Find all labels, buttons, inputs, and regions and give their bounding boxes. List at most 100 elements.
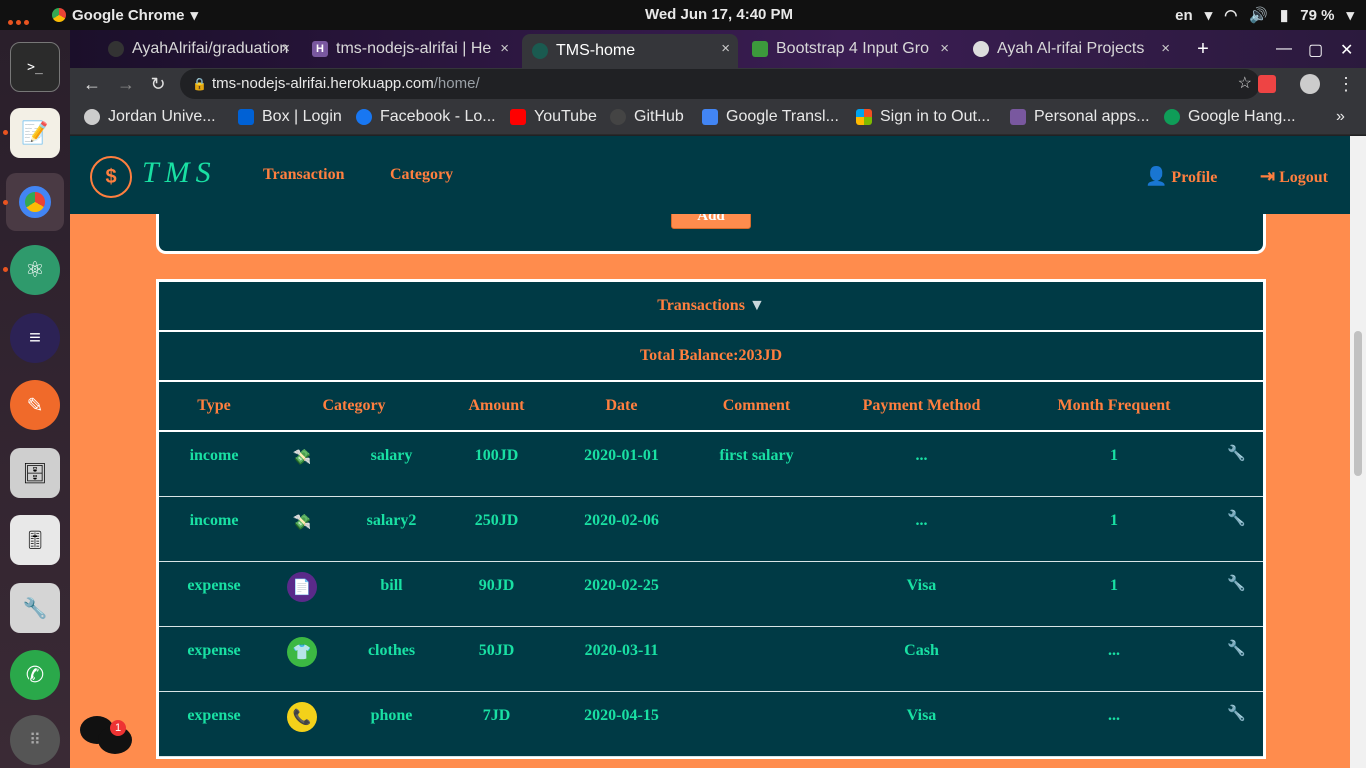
cell-amount: 250JD: [474, 512, 519, 529]
chrome-dock-icon[interactable]: [6, 173, 64, 231]
chevron-down-icon: ▾: [1204, 7, 1213, 24]
tab-title: tms-nodejs-alrifai | He: [336, 40, 492, 57]
page-scrollbar[interactable]: [1350, 136, 1366, 768]
bookmark-youtube[interactable]: YouTube: [510, 108, 597, 126]
language-indicator[interactable]: en: [1175, 7, 1193, 24]
bookmark-github[interactable]: GitHub: [610, 108, 684, 126]
bookmark-jordan[interactable]: Jordan Unive...: [84, 108, 216, 126]
maximize-button[interactable]: ▢: [1308, 40, 1323, 60]
money-hand-icon: 💸: [292, 449, 312, 466]
filter-icon[interactable]: ▼: [749, 297, 765, 314]
table-row[interactable]: expense bill 90JD 2020-02-25 Visa 1 📄 🔧: [159, 562, 1263, 627]
nav-transaction[interactable]: Transaction: [263, 166, 344, 184]
cell-amount: 100JD: [474, 447, 519, 464]
tab-heroku[interactable]: H tms-nodejs-alrifai | He ×: [302, 34, 517, 64]
bookmark-hangouts[interactable]: Google Hang...: [1164, 108, 1296, 126]
w3-icon: [752, 41, 768, 57]
column-header-category[interactable]: Category: [294, 382, 414, 430]
tab-bootstrap[interactable]: Bootstrap 4 Input Gro ×: [742, 34, 957, 64]
bookmark-translate[interactable]: Google Transl...: [702, 108, 839, 126]
eclipse-icon[interactable]: ≡: [10, 313, 60, 363]
bookmark-personal-apps[interactable]: Personal apps...: [1010, 108, 1150, 126]
cell-payment: Visa: [906, 577, 937, 594]
close-icon[interactable]: ×: [281, 40, 290, 57]
tools-icon[interactable]: 🔧: [10, 583, 60, 633]
forward-button[interactable]: →: [114, 72, 138, 96]
bookmark-outlook[interactable]: Sign in to Out...: [856, 108, 990, 126]
wrench-icon[interactable]: 🔧: [1227, 509, 1246, 528]
cell-category: clothes: [367, 642, 416, 659]
column-header-frequent[interactable]: Month Frequent: [1039, 382, 1189, 430]
cell-frequent: 1: [1110, 447, 1118, 464]
tab-github[interactable]: AyahAlrifai/graduation ×: [98, 34, 298, 64]
table-row[interactable]: expense clothes 50JD 2020-03-11 Cash... 👕 🔧: [159, 627, 1263, 692]
wrench-icon[interactable]: 🔧: [1227, 704, 1246, 723]
table-row[interactable]: income salary 100JD 2020-01-01 first salary.…: [159, 432, 1263, 497]
atom-icon[interactable]: ⚛: [10, 245, 60, 295]
cell-payment: ...: [915, 447, 928, 464]
table-row[interactable]: income salary2 250JD 2020-02-06... 1 💸 🔧: [159, 497, 1263, 562]
column-header-amount[interactable]: Amount: [449, 382, 544, 430]
github-icon: [108, 41, 124, 57]
cell-category: salary: [370, 447, 413, 464]
show-apps-icon[interactable]: ⠿: [10, 715, 60, 765]
archive-icon[interactable]: 🗄: [10, 448, 60, 498]
wrench-icon[interactable]: 🔧: [1227, 639, 1246, 658]
user-circle-icon: 👤: [1145, 166, 1168, 186]
mixer-icon[interactable]: 🎚: [10, 515, 60, 565]
tab-strip: AyahAlrifai/graduation × H tms-nodejs-al…: [70, 30, 1366, 68]
cell-date: 2020-02-06: [584, 512, 659, 529]
minimize-button[interactable]: —: [1276, 40, 1292, 58]
terminal-icon[interactable]: >_: [10, 42, 60, 92]
transactions-title: Transactions: [657, 297, 745, 314]
nav-profile[interactable]: 👤 Profile: [1145, 166, 1217, 187]
bookmark-box[interactable]: Box | Login: [238, 108, 342, 126]
extension-icon[interactable]: [1258, 75, 1276, 93]
close-icon[interactable]: ×: [500, 40, 509, 57]
bookmark-facebook[interactable]: Facebook - Lo...: [356, 108, 496, 126]
total-balance: Total Balance:203JD: [159, 332, 1263, 382]
table-row[interactable]: expense phone 7JD 2020-04-15 Visa... 📞 🔧: [159, 692, 1263, 757]
close-icon[interactable]: ×: [1161, 40, 1170, 57]
close-window-button[interactable]: ✕: [1340, 40, 1353, 60]
scrollbar-thumb[interactable]: [1354, 331, 1362, 476]
wrench-icon[interactable]: 🔧: [1227, 444, 1246, 463]
bookmarks-overflow-icon[interactable]: »: [1336, 108, 1345, 126]
brand-name[interactable]: TMS: [142, 156, 217, 190]
cell-payment: Cash: [904, 642, 939, 659]
clock[interactable]: Wed Jun 17, 4:40 PM: [0, 6, 1366, 23]
system-tray[interactable]: en ▾ ◠ 🔊 ▮ 79 % ▾: [1175, 6, 1354, 25]
chat-widget[interactable]: 1: [80, 714, 136, 760]
column-header-payment[interactable]: Payment Method: [849, 382, 994, 430]
nav-logout[interactable]: ⇥ Logout: [1260, 166, 1328, 187]
logo-icon[interactable]: $: [90, 156, 132, 198]
back-button[interactable]: ←: [80, 72, 104, 96]
cell-frequent: 1: [1110, 577, 1118, 594]
column-header-comment[interactable]: Comment: [699, 382, 814, 430]
menu-kebab-icon[interactable]: ⋮: [1334, 72, 1358, 96]
university-icon: [84, 109, 100, 125]
text-editor-icon[interactable]: 📝: [10, 108, 60, 158]
running-indicator: [3, 200, 8, 205]
wrench-icon[interactable]: 🔧: [1227, 574, 1246, 593]
address-bar[interactable]: 🔒 tms-nodejs-alrifai.herokuapp.com/home/…: [180, 69, 1260, 99]
avatar[interactable]: [1300, 74, 1320, 94]
new-tab-button[interactable]: +: [1192, 38, 1214, 60]
close-icon[interactable]: ×: [940, 40, 949, 57]
cell-frequent: ...: [1108, 707, 1120, 724]
cell-frequent: 1: [1110, 512, 1118, 529]
postman-icon[interactable]: ✎: [10, 380, 60, 430]
nav-category[interactable]: Category: [390, 166, 453, 184]
cell-type: expense: [187, 642, 241, 659]
tab-tms-home[interactable]: TMS-home ×: [522, 34, 738, 68]
tab-projects[interactable]: Ayah Al-rifai Projects ×: [963, 34, 1178, 64]
column-header-date[interactable]: Date: [569, 382, 674, 430]
box-icon: [238, 109, 254, 125]
phone-app-icon[interactable]: ✆: [10, 650, 60, 700]
bookmark-star-icon[interactable]: ☆: [1238, 69, 1252, 99]
reload-button[interactable]: ↻: [146, 72, 170, 96]
cell-type: income: [189, 512, 239, 529]
column-header-type[interactable]: Type: [159, 382, 269, 430]
close-icon[interactable]: ×: [721, 40, 730, 57]
bookmark-label: Google Hang...: [1188, 108, 1296, 125]
